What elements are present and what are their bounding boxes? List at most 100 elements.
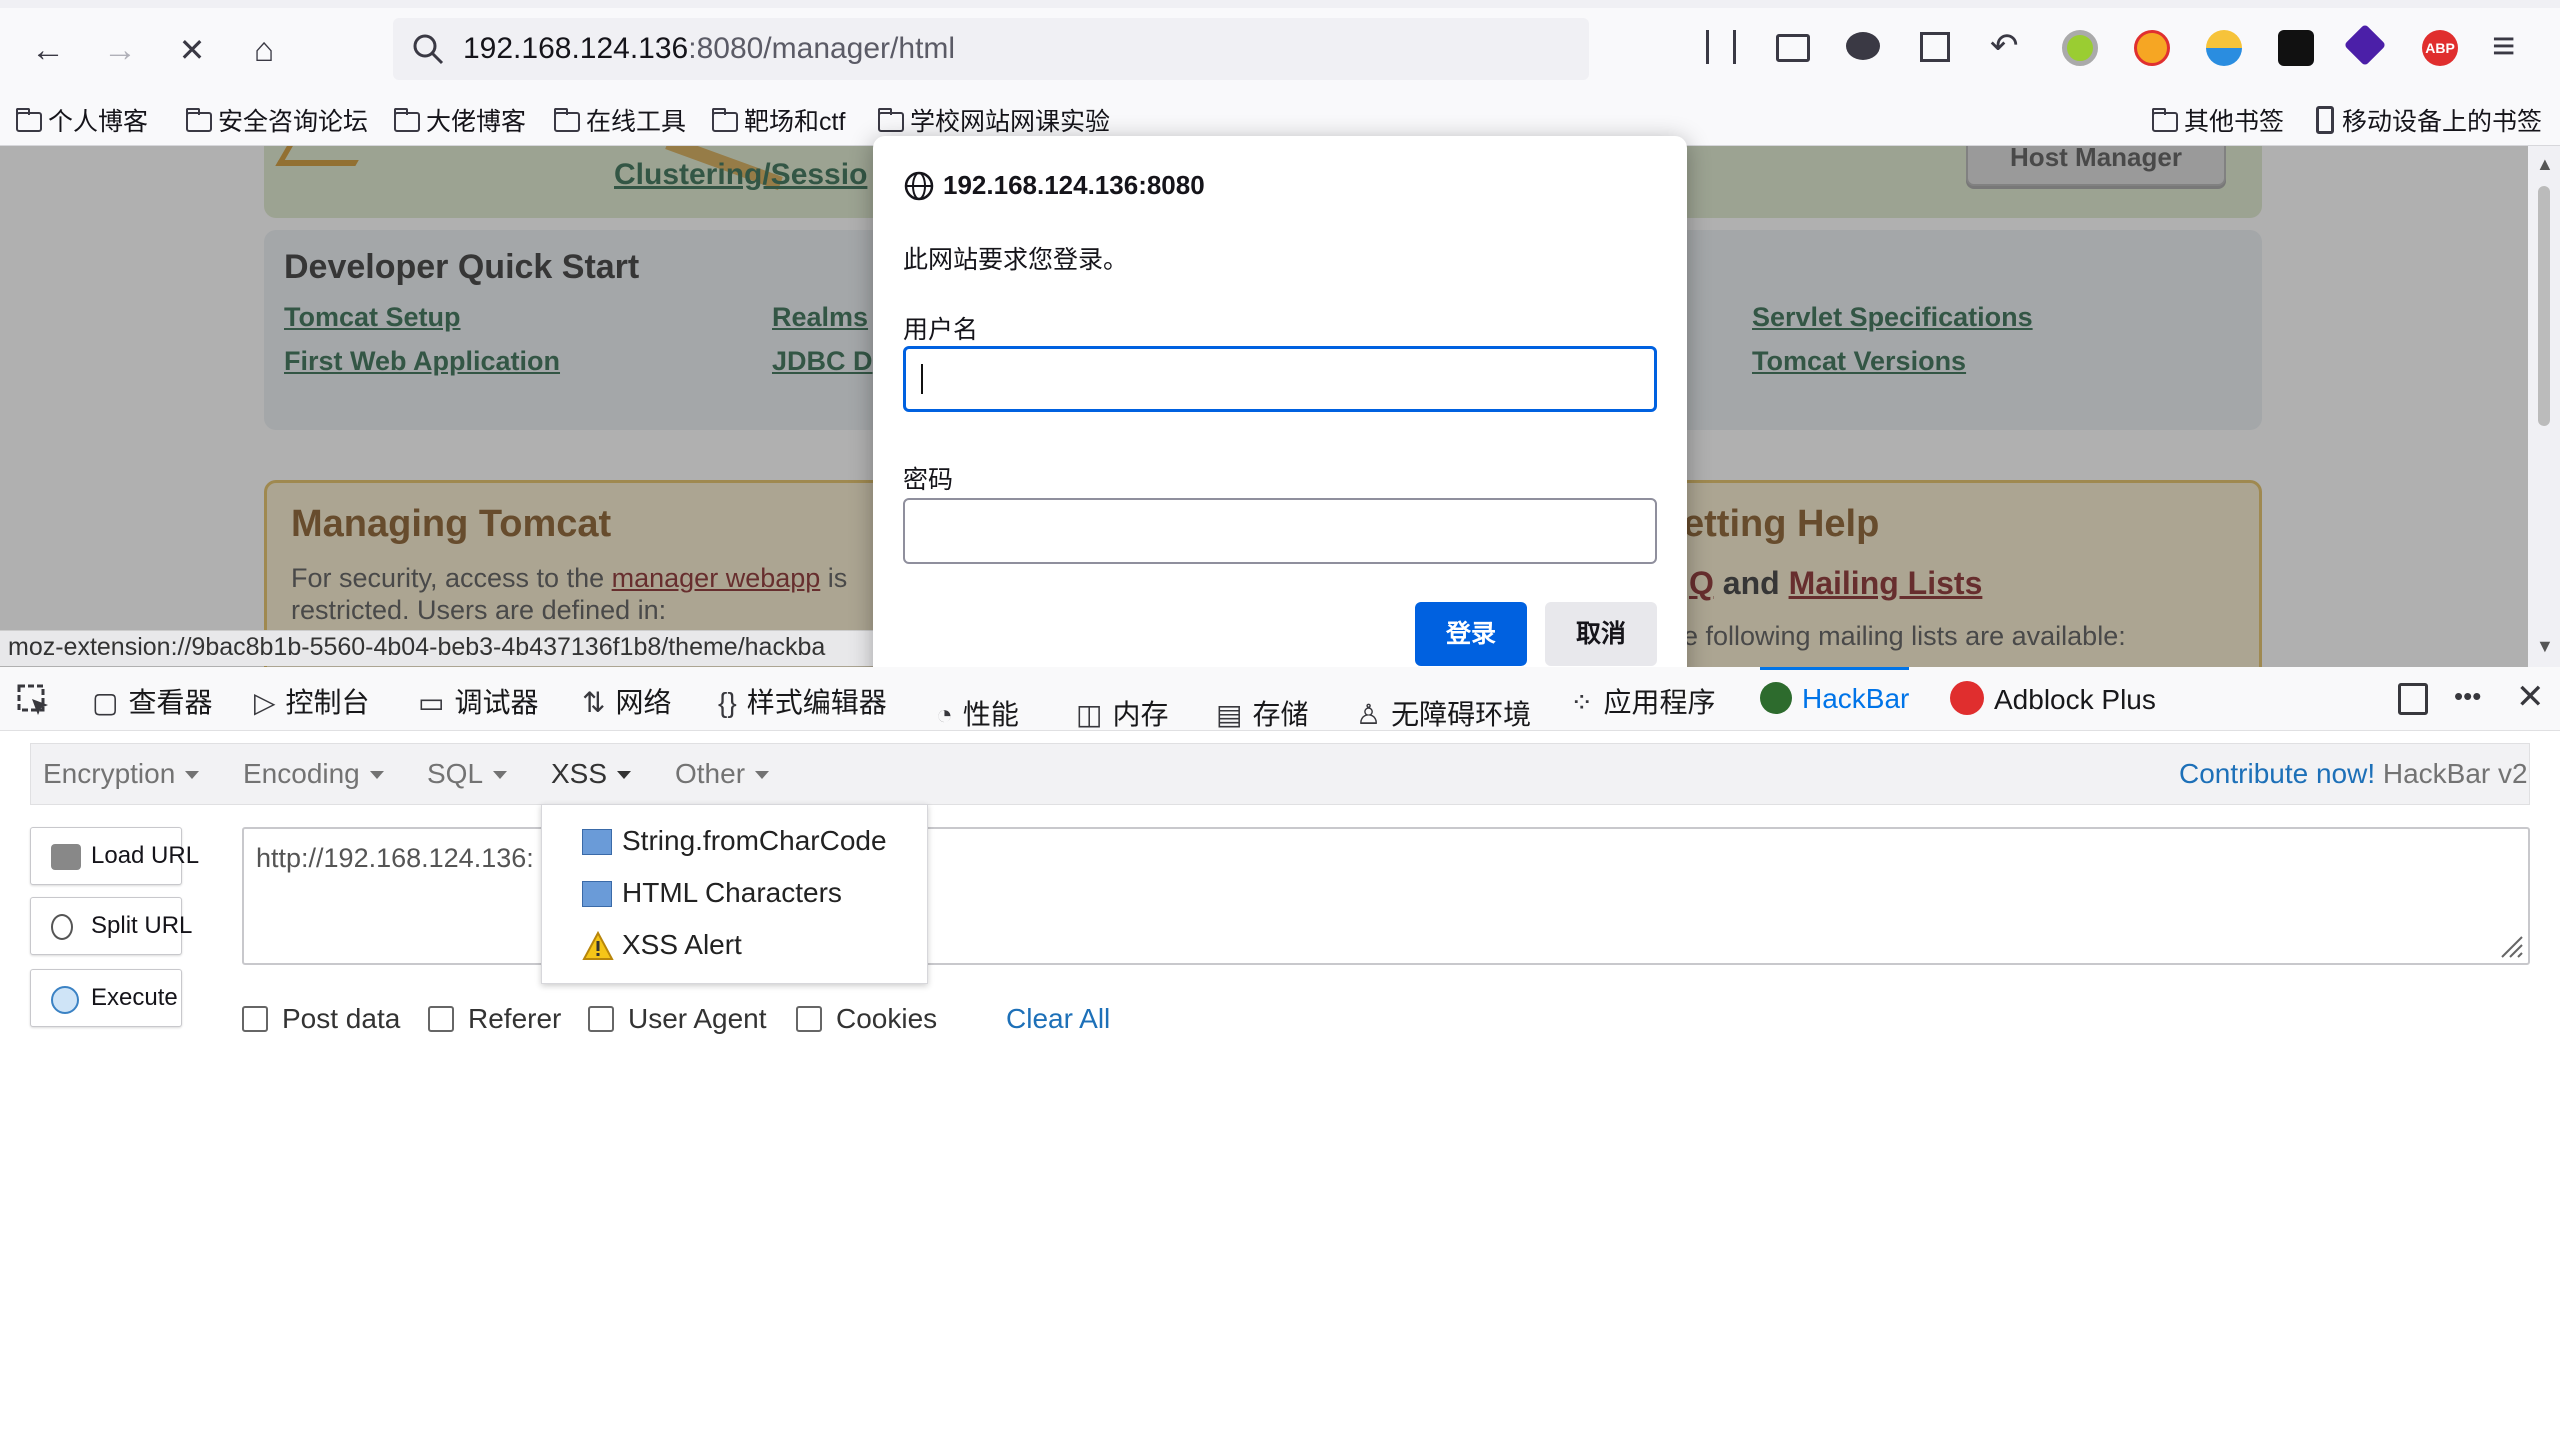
- globe-icon: [904, 171, 934, 201]
- clear-all-link[interactable]: Clear All: [1006, 1003, 1110, 1035]
- bookmark-folder[interactable]: 在线工具: [554, 102, 686, 138]
- url-host: 192.168.124.136: [463, 32, 689, 65]
- user-agent-checkbox[interactable]: User Agent: [588, 1003, 767, 1035]
- load-url-button[interactable]: Load URL: [30, 827, 199, 885]
- url-path: :8080/manager/html: [688, 32, 956, 65]
- element-picker-icon[interactable]: [16, 683, 52, 719]
- resize-handle-icon[interactable]: [2496, 931, 2524, 959]
- tab-debugger[interactable]: ▭ 调试器: [418, 681, 538, 721]
- tab-network[interactable]: ⇅ 网络: [582, 681, 671, 721]
- bookmark-folder[interactable]: 大佬博客: [394, 102, 526, 138]
- tab-style-editor[interactable]: {} 样式编辑器: [718, 681, 887, 721]
- undo-extension-icon[interactable]: ↶: [1990, 26, 2019, 66]
- tab-storage[interactable]: ▤ 存储: [1216, 693, 1308, 733]
- scroll-thumb[interactable]: [2538, 186, 2550, 426]
- bookmark-folder[interactable]: 个人博客: [16, 102, 148, 138]
- username-input[interactable]: [903, 346, 1657, 412]
- dock-toggle-icon[interactable]: [2398, 683, 2428, 715]
- mobile-bookmarks[interactable]: 移动设备上的书签: [2316, 102, 2542, 138]
- more-options-icon[interactable]: •••: [2454, 681, 2481, 712]
- tab-application[interactable]: ⁘ 应用程序: [1570, 681, 1715, 721]
- login-button[interactable]: 登录: [1415, 602, 1527, 666]
- html-file-icon: [582, 829, 612, 855]
- bookmark-folder[interactable]: 安全咨询论坛: [186, 102, 368, 138]
- stop-loading-icon[interactable]: ✕: [172, 28, 212, 72]
- adblock-plus-icon[interactable]: ABP: [2422, 30, 2458, 66]
- execute-button[interactable]: Execute: [30, 969, 182, 1027]
- contribute-text: Contribute now! HackBar v2: [2179, 758, 2528, 789]
- adblock-icon: [1950, 681, 1984, 715]
- devtools-tabbar: ▢ 查看器 ▷ 控制台 ▭ 调试器 ⇅ 网络 {} 样式编辑器 ◔ 性能 ◫ 内存 ▤ 存储 ♙…: [0, 667, 2560, 731]
- tab-hackbar[interactable]: HackBar: [1760, 667, 1910, 731]
- url-bar[interactable]: 192.168.124.136:8080/manager/html: [393, 18, 1589, 80]
- library-icon[interactable]: [1706, 30, 1736, 64]
- xss-item-html-characters[interactable]: HTML Characters: [622, 877, 842, 909]
- bookmark-folder[interactable]: 学校网站网课实验: [878, 102, 1110, 138]
- execute-icon: [51, 986, 79, 1014]
- folder-icon: [16, 108, 42, 132]
- hackbar-menubar: Encryption Encoding SQL XSS Other Contri…: [30, 743, 2530, 805]
- chat-extension-icon[interactable]: [1846, 32, 1880, 60]
- hackbar-icon: [1760, 682, 1792, 714]
- forward-button-icon[interactable]: →: [100, 28, 140, 72]
- post-data-checkbox[interactable]: Post data: [242, 1003, 400, 1035]
- folder-icon: [394, 108, 420, 132]
- folder-icon: [712, 108, 738, 132]
- other-bookmarks[interactable]: 其他书签: [2152, 102, 2284, 138]
- folder-icon: [186, 108, 212, 132]
- menu-encoding[interactable]: Encoding: [243, 758, 384, 790]
- checkbox-icon: [796, 1006, 822, 1032]
- folder-icon: [878, 108, 904, 132]
- mobile-icon: [2316, 106, 2334, 134]
- cancel-button[interactable]: 取消: [1545, 602, 1657, 666]
- warning-icon: [582, 931, 614, 960]
- referer-checkbox[interactable]: Referer: [428, 1003, 561, 1035]
- tab-strip: [0, 0, 2560, 8]
- search-icon: [413, 34, 444, 65]
- page-scrollbar[interactable]: ▲ ▼: [2528, 146, 2560, 667]
- contribute-link[interactable]: Contribute now!: [2179, 758, 2375, 789]
- hackbar-panel: Encryption Encoding SQL XSS Other Contri…: [0, 731, 2560, 1431]
- glasses-extension-icon[interactable]: [2278, 30, 2314, 66]
- tab-memory[interactable]: ◫ 内存: [1076, 693, 1168, 733]
- bookmark-folder[interactable]: 靶场和ctf: [712, 102, 845, 138]
- home-button-icon[interactable]: ⌂: [244, 28, 284, 72]
- tab-inspector[interactable]: ▢ 查看器: [92, 681, 212, 721]
- tab-accessibility[interactable]: ♙ 无障碍环境: [1356, 693, 1531, 733]
- password-input[interactable]: [903, 498, 1657, 564]
- menu-xss[interactable]: XSS: [551, 758, 632, 790]
- menu-encryption[interactable]: Encryption: [43, 758, 200, 790]
- cookies-checkbox[interactable]: Cookies: [796, 1003, 937, 1035]
- xss-item-fromcharcode[interactable]: String.fromCharCode: [622, 825, 887, 857]
- dialog-origin: 192.168.124.136:8080: [943, 170, 1205, 200]
- menu-other[interactable]: Other: [675, 758, 770, 790]
- auth-dialog: 192.168.124.136:8080 此网站要求您登录。 用户名 密码 登录…: [873, 136, 1687, 698]
- chevron-down-icon: [185, 771, 200, 779]
- tab-console[interactable]: ▷ 控制台: [254, 681, 370, 721]
- back-button-icon[interactable]: ←: [28, 28, 68, 72]
- colorful-extension-icon[interactable]: [2206, 30, 2242, 66]
- screenshot-crop-icon[interactable]: [1920, 32, 1950, 62]
- tab-performance[interactable]: ◔ 性能: [936, 693, 1019, 733]
- scroll-up-icon[interactable]: ▲: [2536, 154, 2554, 175]
- split-url-button[interactable]: Split URL: [30, 897, 192, 955]
- app-menu-icon[interactable]: ≡: [2492, 24, 2515, 69]
- scroll-down-icon[interactable]: ▼: [2536, 636, 2554, 657]
- status-bar: moz-extension://9bac8b1b-5560-4b04-beb3-…: [0, 630, 880, 666]
- chevron-down-icon: [369, 771, 384, 779]
- green-dot-extension-icon[interactable]: [2062, 30, 2098, 66]
- dialog-message: 此网站要求您登录。: [903, 246, 1129, 274]
- username-label: 用户名: [903, 316, 979, 344]
- diamond-extension-icon[interactable]: [2343, 23, 2387, 67]
- checkbox-icon: [242, 1006, 268, 1032]
- xss-item-alert[interactable]: XSS Alert: [622, 929, 742, 961]
- tab-adblock-plus[interactable]: Adblock Plus: [1950, 681, 2156, 716]
- folder-icon: [554, 108, 580, 132]
- sidebar-icon[interactable]: [1776, 34, 1810, 62]
- blocked-extension-icon[interactable]: [2134, 30, 2170, 66]
- scissors-icon: [51, 914, 73, 940]
- load-url-icon: [51, 844, 81, 870]
- close-devtools-icon[interactable]: ✕: [2516, 677, 2545, 717]
- menu-sql[interactable]: SQL: [427, 758, 508, 790]
- text-cursor: [921, 364, 923, 394]
